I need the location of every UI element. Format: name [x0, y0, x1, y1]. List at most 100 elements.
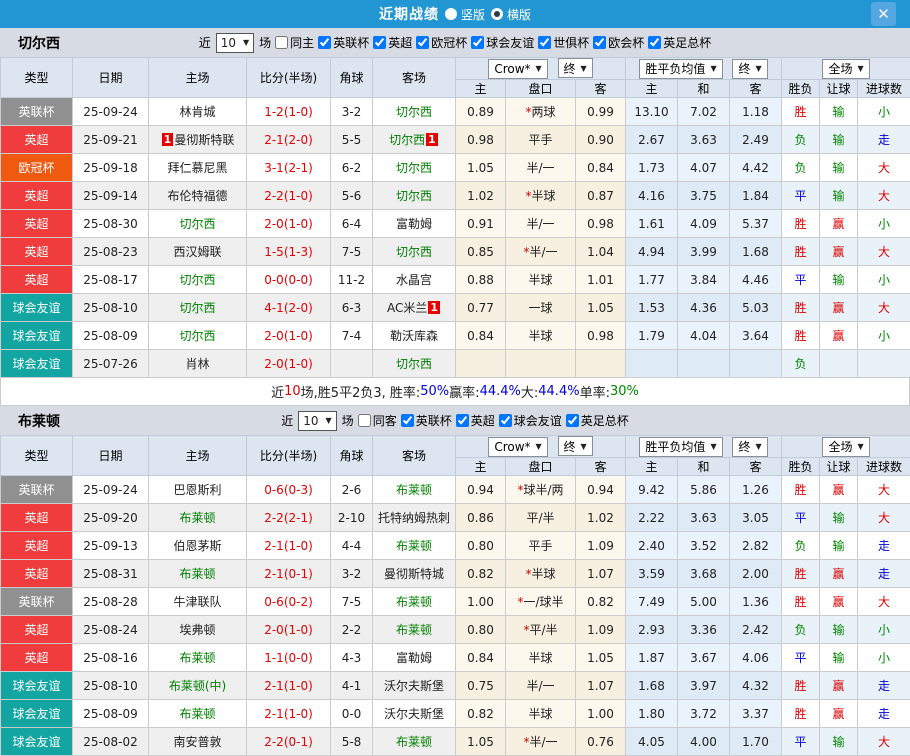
odds-away-cell: 1.07 [576, 672, 626, 700]
league-checkbox[interactable] [499, 414, 512, 427]
odds-away-cell: 1.07 [576, 560, 626, 588]
score-cell: 2-1(0-1) [247, 560, 331, 588]
chevron-down-icon: ▼ [755, 442, 761, 451]
avg-draw-cell: 3.63 [678, 504, 730, 532]
league-option[interactable]: 世俱杯 [538, 34, 590, 51]
col-header-score: 比分(半场) [247, 58, 331, 98]
league-option[interactable]: 球会友谊 [499, 412, 563, 429]
avg-draw-cell: 3.97 [678, 672, 730, 700]
goals-result-cell: 走 [858, 126, 910, 154]
avg-home-cell: 1.79 [626, 322, 678, 350]
avg-away-cell: 4.46 [730, 266, 782, 294]
outcome-cell: 平 [782, 644, 820, 672]
competition-cell: 球会友谊 [1, 728, 73, 756]
same-venue-option[interactable]: 同客 [358, 412, 398, 429]
competition-cell: 英超 [1, 616, 73, 644]
match-count-select[interactable]: 10 ▼ [216, 33, 254, 53]
avg-final-dropdown-label: 终 [738, 60, 750, 77]
sub-header-outcome: 胜负 [782, 80, 820, 98]
avg-dropdown[interactable]: 胜平负均值 ▼ [639, 437, 722, 457]
chevron-down-icon: ▼ [326, 416, 332, 425]
league-checkbox[interactable] [566, 414, 579, 427]
home-team-cell: 西汉姆联 [149, 238, 247, 266]
league-label: 球会友谊 [486, 34, 534, 51]
summary-text: 大: [521, 382, 538, 401]
goals-result-cell: 走 [858, 700, 910, 728]
sub-header-outcome: 胜负 [782, 458, 820, 476]
league-option[interactable]: 英足总杯 [648, 34, 712, 51]
recent-results-dialog: 近期战绩 竖版 横版 ✕ 切尔西 近 10 ▼ 场 同 [0, 0, 910, 756]
score-cell: 2-1(1-0) [247, 532, 331, 560]
same-venue-label: 同客 [373, 412, 397, 429]
avg-away-cell: 2.49 [730, 126, 782, 154]
league-option[interactable]: 欧冠杯 [416, 34, 468, 51]
handicap-result-cell: 赢 [820, 476, 858, 504]
goals-result-cell [858, 350, 910, 378]
layout-option-horizontal[interactable]: 横版 [491, 6, 531, 23]
bookmaker-dropdown[interactable]: Crow* ▼ [488, 437, 547, 457]
avg-final-dropdown[interactable]: 终 ▼ [732, 437, 767, 457]
sub-header-avg-draw: 和 [678, 80, 730, 98]
close-icon: ✕ [877, 5, 890, 23]
summary-text: 10 [284, 384, 301, 399]
odds-home-cell: 0.89 [456, 98, 506, 126]
col-header-home: 主场 [149, 436, 247, 476]
away-team-cell: 沃尔夫斯堡 [373, 672, 456, 700]
same-venue-checkbox[interactable] [358, 414, 371, 427]
team-section: 切尔西 近 10 ▼ 场 同主 英联杯英超欧冠杯球会友谊世俱杯欧会杯英足总杯 [0, 28, 910, 406]
corner-cell: 2-2 [331, 616, 373, 644]
close-button[interactable]: ✕ [871, 2, 896, 26]
team-section: 布莱顿 近 10 ▼ 场 同客 英联杯英超球会友谊英足总杯 [0, 406, 910, 756]
outcome-cell: 负 [782, 126, 820, 154]
league-checkbox[interactable] [401, 414, 414, 427]
final-odds-dropdown[interactable]: 终 ▼ [558, 58, 593, 78]
league-option[interactable]: 欧会杯 [593, 34, 645, 51]
handicap-cell: 半球 [506, 266, 576, 294]
avg-final-dropdown[interactable]: 终 ▼ [732, 59, 767, 79]
league-label: 世俱杯 [553, 34, 589, 51]
league-checkbox[interactable] [416, 36, 429, 49]
same-venue-checkbox[interactable] [275, 36, 288, 49]
corner-cell: 6-4 [331, 210, 373, 238]
scope-dropdown[interactable]: 全场 ▼ [822, 59, 869, 79]
league-checkbox[interactable] [373, 36, 386, 49]
league-checkbox[interactable] [471, 36, 484, 49]
avg-dropdown[interactable]: 胜平负均值 ▼ [639, 59, 722, 79]
competition-cell: 英联杯 [1, 588, 73, 616]
avg-draw-cell: 3.52 [678, 532, 730, 560]
handicap-cell: 半球 [506, 644, 576, 672]
competition-cell: 英超 [1, 504, 73, 532]
league-option[interactable]: 英联杯 [318, 34, 370, 51]
date-cell: 25-08-24 [73, 616, 149, 644]
layout-option-vertical[interactable]: 竖版 [445, 6, 485, 23]
league-option[interactable]: 英超 [456, 412, 496, 429]
final-odds-dropdown[interactable]: 终 ▼ [558, 436, 593, 456]
avg-home-cell: 1.80 [626, 700, 678, 728]
avg-draw-cell: 3.67 [678, 644, 730, 672]
league-option[interactable]: 英足总杯 [566, 412, 630, 429]
league-checkbox[interactable] [318, 36, 331, 49]
match-count-select[interactable]: 10 ▼ [298, 411, 336, 431]
scope-dropdown[interactable]: 全场 ▼ [822, 437, 869, 457]
handicap-cell: 半/一 [506, 672, 576, 700]
radio-button-icon[interactable] [445, 8, 457, 20]
avg-draw-cell: 3.63 [678, 126, 730, 154]
odds-away-cell [576, 350, 626, 378]
bookmaker-dropdown[interactable]: Crow* ▼ [488, 59, 547, 79]
match-count-value: 10 [221, 36, 236, 50]
league-checkbox[interactable] [593, 36, 606, 49]
league-option[interactable]: 英联杯 [401, 412, 453, 429]
league-option[interactable]: 英超 [373, 34, 413, 51]
radio-button-icon[interactable] [491, 8, 503, 20]
league-checkbox[interactable] [648, 36, 661, 49]
odds-away-cell: 1.05 [576, 294, 626, 322]
home-team-cell: 切尔西 [149, 294, 247, 322]
same-venue-option[interactable]: 同主 [275, 34, 315, 51]
league-checkbox[interactable] [456, 414, 469, 427]
league-option[interactable]: 球会友谊 [471, 34, 535, 51]
league-checkbox[interactable] [538, 36, 551, 49]
date-cell: 25-08-09 [73, 700, 149, 728]
score-cell: 2-2(2-1) [247, 504, 331, 532]
same-venue-label: 同主 [290, 34, 314, 51]
col-header-date: 日期 [73, 436, 149, 476]
